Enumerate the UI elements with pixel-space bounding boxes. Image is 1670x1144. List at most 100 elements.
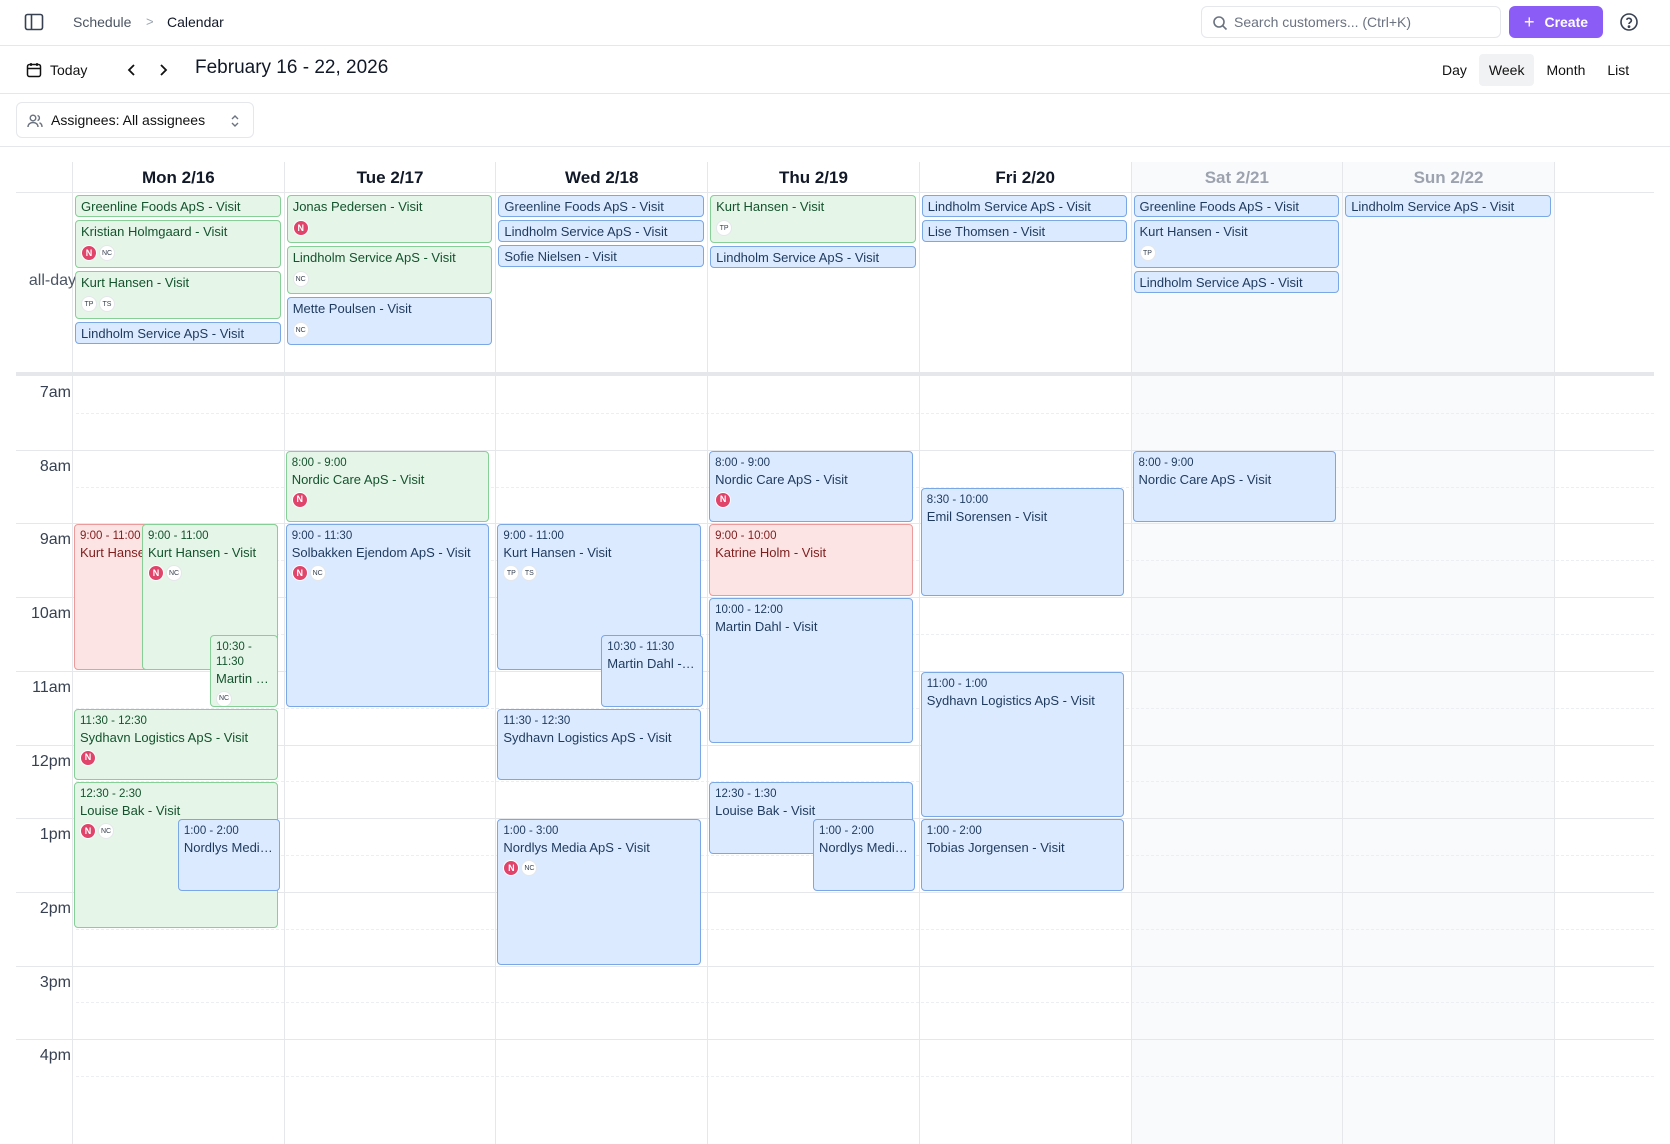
event-title: Nordlys Media ApS - Visit [503,840,650,856]
search-input[interactable] [1234,14,1494,30]
event-title: Sydhavn Logistics ApS - Visit [80,729,249,745]
assignees-filter[interactable]: Assignees: All assignees [16,102,254,138]
day-header[interactable]: Mon 2/16 [72,162,284,192]
event-time: 10:30 - 11:30 [607,640,675,653]
time-label: 8am [39,457,71,475]
all-day-event[interactable]: Jonas Pedersen - Visit N [286,195,493,243]
event-title: Kurt Hansen - Visit [81,275,190,290]
day-column-divider [1130,162,1132,1144]
calendar-event[interactable]: 1:00 - 3:00 Nordlys Media ApS - Visit N NC [497,819,702,965]
create-button[interactable]: + Create [1509,6,1603,38]
sidebar-toggle-icon[interactable] [24,13,44,31]
calendar-event[interactable]: 8:00 - 9:00 Nordic Care ApS - Visit [1132,450,1337,523]
time-label: 12pm [30,752,71,770]
event-title: Louise Bak - Visit [80,803,181,819]
calendar-event[interactable]: 8:00 - 9:00 Nordic Care ApS - Visit N [285,450,490,523]
view-list-button[interactable]: List [1597,54,1639,86]
all-day-event[interactable]: Lindholm Service ApS - Visit [75,322,281,344]
view-switcher: Day Week Month List [1432,54,1639,86]
calendar-event[interactable]: 1:00 - 2:00 Tobias Jorgensen - Visit [920,819,1125,891]
calendar-event[interactable]: 9:00 - 11:30 Solbakken Ejendom ApS - Visi… [285,524,490,707]
calendar-event[interactable]: 9:00 - 10:00 Katrine Holm - Visit [709,524,913,597]
assignee-badges: NC [292,271,487,287]
all-day-event[interactable]: Lindholm Service ApS - Visit [710,246,916,268]
day-header[interactable]: Thu 2/19 [707,162,919,192]
view-week-button[interactable]: Week [1478,54,1535,86]
event-time: 8:00 - 9:00 [1138,456,1194,469]
today-button[interactable]: Today [18,55,95,85]
all-day-event[interactable]: Lindholm Service ApS - Visit [498,220,705,242]
all-day-event[interactable]: Kurt Hansen - Visit TP [710,195,916,243]
calendar-event[interactable]: 1:00 - 2:00 Nordlys Media ApS - Visit [812,819,915,891]
event-title: Katrine Holm - Visit [715,545,827,561]
all-day-event[interactable]: Lindholm Service ApS - Visit [921,195,1128,217]
search-box[interactable] [1201,6,1501,38]
day-header[interactable]: Fri 2/20 [918,162,1131,192]
calendar-icon [26,63,42,78]
day-header[interactable]: Tue 2/17 [283,162,496,192]
filter-divider [0,146,1670,147]
calendar-event[interactable]: 10:00 - 12:00 Martin Dahl - Visit [709,598,913,744]
view-month-button[interactable]: Month [1536,54,1595,86]
all-day-event[interactable]: Greenline Foods ApS - Visit [75,195,281,217]
event-title: Mette Poulsen - Visit [292,301,412,316]
plus-icon: + [1523,12,1535,32]
all-day-event[interactable]: Kristian Holmgaard - Visit N NC [75,220,281,268]
all-day-event[interactable]: Mette Poulsen - Visit NC [286,297,493,345]
event-time: 10:00 - 12:00 [715,604,783,617]
event-title: Tobias Jorgensen - Visit [926,840,1065,856]
calendar-event[interactable]: 1:00 - 2:00 Nordlys Media ApS - Visit [177,819,280,891]
event-title: Sydhavn Logistics ApS - Visit [503,729,672,745]
hour-gridline [16,965,1654,967]
day-header[interactable]: Sun 2/22 [1342,162,1554,192]
all-day-event[interactable]: Sofie Nielsen - Visit [498,245,705,267]
next-week-button[interactable] [151,58,175,82]
calendar-event[interactable]: 10:30 - 11:30 Martin Dahl - Visit [601,634,704,707]
all-day-event[interactable]: Lise Thomsen - Visit [921,220,1128,242]
event-title: Nordlys Media ApS - Visit [818,840,909,856]
all-day-event[interactable]: Greenline Foods ApS - Visit [498,195,705,217]
calendar-event[interactable]: 11:30 - 12:30 Sydhavn Logistics ApS - Vis… [74,708,278,781]
assignee-avatar: N [80,823,96,840]
calendar-event[interactable]: 11:30 - 12:30 Sydhavn Logistics ApS - Vis… [497,708,702,781]
users-icon [27,114,43,128]
assignees-filter-label: Assignees: All assignees [51,112,206,128]
event-title: Lindholm Service ApS - Visit [292,250,456,265]
calendar-event[interactable]: 8:00 - 9:00 Nordic Care ApS - Visit N [709,450,913,523]
time-label: 2pm [39,899,71,917]
event-title: Lindholm Service ApS - Visit [1351,199,1515,214]
event-title: Lindholm Service ApS - Visit [81,326,245,341]
previous-week-button[interactable] [120,58,144,82]
all-day-event[interactable]: Lindholm Service ApS - Visit NC [286,246,493,294]
event-time: 9:00 - 11:00 [503,530,564,543]
day-header[interactable]: Sat 2/21 [1130,162,1343,192]
all-day-label: all-day [28,272,76,289]
time-label: 11am [32,678,71,696]
calendar-event[interactable]: 10:30 - 11:30 Martin Dahl - Visit NC [210,634,278,707]
view-day-button[interactable]: Day [1432,54,1477,86]
event-title: Nordic Care ApS - Visit [291,471,425,487]
assignee-avatar: TP [716,220,733,236]
assignee-avatar: NC [521,860,538,877]
breadcrumb-schedule[interactable]: Schedule [73,14,131,30]
all-day-event[interactable]: Greenline Foods ApS - Visit [1133,195,1340,217]
all-day-event[interactable]: Lindholm Service ApS - Visit [1133,271,1340,293]
assignee-badges: N NC [291,565,484,582]
event-time: 10:30 - 11:30 [216,640,252,668]
all-day-event[interactable]: Kurt Hansen - Visit TP TS [75,271,281,319]
assignee-avatar: NC [216,690,232,706]
chevron-right-icon [160,64,168,76]
calendar-toolbar: Today February 16 - 22, 2026 Day Week Mo… [0,46,1670,94]
all-day-event[interactable]: Kurt Hansen - Visit TP [1133,220,1340,268]
half-hour-gridline [76,928,1654,930]
today-label: Today [50,62,88,78]
help-icon[interactable] [1619,12,1639,32]
calendar-event[interactable]: 11:00 - 1:00 Sydhavn Logistics ApS - Visi… [920,671,1125,818]
all-day-event[interactable]: Lindholm Service ApS - Visit [1345,195,1551,217]
event-title: Kurt Hansen - Visit [503,545,612,561]
time-label: 1pm [39,826,71,844]
day-header[interactable]: Wed 2/18 [495,162,707,192]
calendar-event[interactable]: 8:30 - 10:00 Emil Sorensen - Visit [920,487,1125,597]
event-time: 9:00 - 10:00 [715,530,777,543]
assignee-avatar: N [503,860,520,877]
